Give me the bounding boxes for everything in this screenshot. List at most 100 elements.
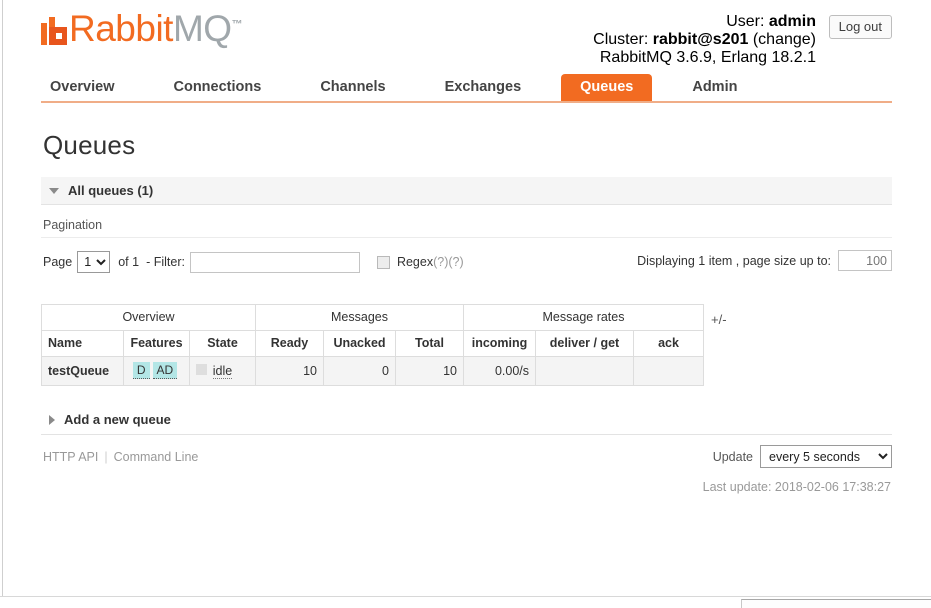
page-number-select[interactable]: 1 bbox=[77, 251, 111, 273]
log-out-button[interactable]: Log out bbox=[828, 15, 892, 39]
cell-features: D AD bbox=[123, 356, 190, 386]
nav-label: Overview bbox=[50, 79, 115, 95]
pagination-left-group: Page 1 of 1 - Filter: Regex (?)(?) bbox=[43, 251, 464, 273]
column-header-state[interactable]: State bbox=[189, 330, 256, 357]
main-navigation: Overview Connections Channels Exchanges … bbox=[41, 74, 892, 103]
user-value: admin bbox=[768, 13, 816, 30]
nav-label: Connections bbox=[173, 79, 262, 95]
cluster-value: rabbit@s201 bbox=[652, 31, 749, 48]
filter-label: - Filter: bbox=[146, 255, 185, 269]
page-title: Queues bbox=[43, 130, 136, 160]
window-left-border bbox=[2, 0, 3, 596]
nav-item-overview[interactable]: Overview bbox=[41, 74, 124, 101]
add-new-queue-label: Add a new queue bbox=[64, 412, 171, 427]
erlang-version-link[interactable]: Erlang 18.2.1 bbox=[721, 49, 816, 66]
column-header-ack[interactable]: ack bbox=[633, 330, 704, 357]
column-header-name[interactable]: Name bbox=[41, 330, 124, 357]
column-header-total[interactable]: Total bbox=[395, 330, 464, 357]
group-header-messages: Messages bbox=[255, 304, 464, 331]
toggle-columns-button[interactable]: +/- bbox=[711, 312, 727, 327]
column-header-deliver-get[interactable]: deliver / get bbox=[535, 330, 634, 357]
rabbitmq-logo[interactable]: RabbitMQ™ bbox=[41, 8, 243, 49]
nav-label: Channels bbox=[320, 79, 386, 95]
pagination-right-group: Displaying 1 item , page size up to: bbox=[637, 250, 892, 271]
cell-ack-rate bbox=[633, 356, 704, 386]
site-header: RabbitMQ™ User: admin Cluster: rabbit@s2… bbox=[41, 0, 892, 72]
column-header-features[interactable]: Features bbox=[123, 330, 190, 357]
cell-state: idle bbox=[189, 356, 256, 386]
regex-label: Regex bbox=[396, 255, 434, 269]
nav-label: Queues bbox=[580, 79, 634, 95]
nav-item-exchanges[interactable]: Exchanges bbox=[426, 74, 541, 101]
regex-help-icon[interactable]: (?)(?) bbox=[433, 255, 464, 269]
state-color-swatch bbox=[196, 364, 207, 375]
group-header-row: Overview Messages Message rates bbox=[41, 304, 704, 331]
column-header-unacked[interactable]: Unacked bbox=[323, 330, 396, 357]
table-row[interactable]: testQueue D AD idle 10 0 10 0.00/s bbox=[41, 356, 704, 386]
queues-table-zone: Overview Messages Message rates Name Fea… bbox=[41, 304, 892, 386]
logo-trademark: ™ bbox=[231, 18, 243, 31]
cell-ready: 10 bbox=[255, 356, 324, 386]
header-version-line: RabbitMQ 3.6.9, Erlang 18.2.1 bbox=[593, 49, 816, 67]
feature-badge-auto-delete[interactable]: AD bbox=[152, 362, 178, 379]
nav-label: Admin bbox=[692, 79, 738, 95]
cell-queue-name[interactable]: testQueue bbox=[41, 356, 124, 386]
pagination-label: Pagination bbox=[41, 205, 892, 238]
queues-table-head: Overview Messages Message rates Name Fea… bbox=[41, 304, 704, 357]
feature-badge-durable[interactable]: D bbox=[132, 362, 150, 379]
nav-label: Exchanges bbox=[444, 79, 522, 95]
nav-list: Overview Connections Channels Exchanges … bbox=[41, 74, 892, 101]
all-queues-section-header[interactable]: All queues (1) bbox=[41, 177, 892, 205]
cell-unacked: 0 bbox=[323, 356, 396, 386]
page-total-label: of 1 bbox=[118, 255, 140, 269]
window-bottom-border bbox=[0, 596, 931, 597]
column-header-incoming[interactable]: incoming bbox=[463, 330, 536, 357]
page-size-input[interactable] bbox=[838, 250, 892, 271]
add-new-queue-section-header[interactable]: Add a new queue bbox=[41, 406, 892, 435]
bottom-right-panel bbox=[741, 599, 931, 608]
column-header-row: Name Features State Ready Unacked Total … bbox=[41, 330, 704, 357]
update-label: Update bbox=[712, 449, 753, 464]
browser-viewport: RabbitMQ™ User: admin Cluster: rabbit@s2… bbox=[0, 0, 931, 608]
displaying-count-label: Displaying 1 item , page size up to: bbox=[637, 253, 831, 268]
page-container: RabbitMQ™ User: admin Cluster: rabbit@s2… bbox=[41, 0, 892, 511]
cell-deliver-get-rate bbox=[535, 356, 634, 386]
header-info-block: User: admin Cluster: rabbit@s201 (change… bbox=[593, 13, 816, 67]
chevron-down-icon bbox=[49, 187, 59, 194]
column-header-ready[interactable]: Ready bbox=[255, 330, 324, 357]
user-label: User: bbox=[726, 13, 765, 30]
filter-input[interactable] bbox=[189, 251, 360, 273]
pagination-controls: Page 1 of 1 - Filter: Regex (?)(?) Displ… bbox=[41, 238, 892, 282]
cluster-change-link[interactable]: change bbox=[758, 31, 811, 48]
command-line-link[interactable]: Command Line bbox=[114, 450, 199, 464]
regex-checkbox[interactable] bbox=[376, 255, 390, 269]
paren-close: ) bbox=[810, 31, 816, 48]
state-label[interactable]: idle bbox=[212, 363, 233, 379]
page-label: Page bbox=[43, 255, 73, 269]
last-update-text: Last update: 2018-02-06 17:38:27 bbox=[702, 480, 891, 494]
chevron-right-icon bbox=[49, 414, 55, 425]
cell-total: 10 bbox=[395, 356, 464, 386]
footer-separator: | bbox=[104, 450, 108, 464]
rabbitmq-logo-icon bbox=[41, 17, 67, 45]
group-header-overview: Overview bbox=[41, 304, 256, 331]
nav-item-connections[interactable]: Connections bbox=[155, 74, 281, 101]
cell-incoming-rate: 0.00/s bbox=[463, 356, 536, 386]
rabbitmq-version: RabbitMQ 3.6.9, bbox=[599, 49, 717, 66]
nav-item-channels[interactable]: Channels bbox=[301, 74, 404, 101]
queues-table-body: testQueue D AD idle 10 0 10 0.00/s bbox=[41, 356, 704, 386]
cluster-label: Cluster: bbox=[593, 31, 649, 48]
queues-table: Overview Messages Message rates Name Fea… bbox=[41, 304, 704, 386]
header-user-line: User: admin bbox=[593, 13, 816, 31]
page-footer: HTTP API | Command Line Update every 5 sec… bbox=[41, 445, 892, 511]
update-interval-select[interactable]: every 5 seconds bbox=[760, 445, 892, 468]
nav-item-admin[interactable]: Admin bbox=[673, 74, 756, 101]
group-header-message-rates: Message rates bbox=[463, 304, 704, 331]
update-interval-group: Update every 5 seconds bbox=[713, 445, 892, 468]
logo-text-rabbit: Rabbit bbox=[69, 8, 173, 49]
logo-text-mq: MQ bbox=[172, 8, 232, 49]
all-queues-section-label: All queues (1) bbox=[68, 183, 154, 198]
http-api-link[interactable]: HTTP API bbox=[43, 450, 98, 464]
header-cluster-line: Cluster: rabbit@s201 (change) bbox=[593, 31, 816, 49]
nav-item-queues[interactable]: Queues bbox=[561, 74, 653, 101]
